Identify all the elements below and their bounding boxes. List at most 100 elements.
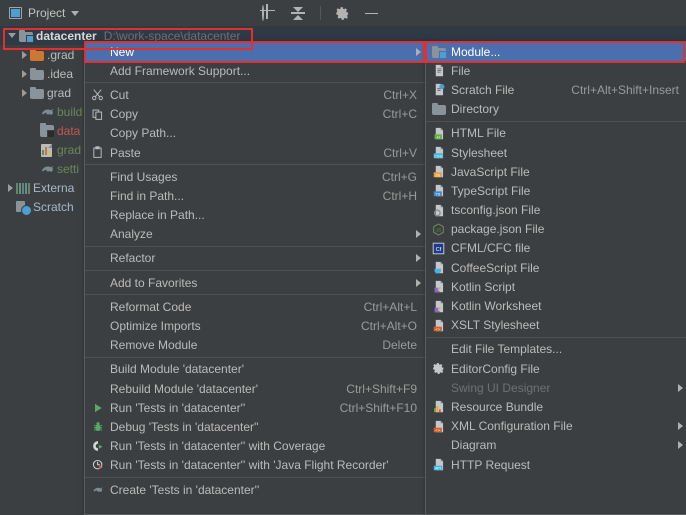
paste-icon	[85, 146, 110, 159]
submenu-item-http-request[interactable]: API HTTP Request	[426, 455, 686, 474]
submenu-item-resource-bundle[interactable]: Resource Bundle	[426, 397, 686, 416]
menu-item-label: Analyze	[110, 227, 411, 241]
menu-separator	[85, 477, 425, 478]
expand-arrow-icon[interactable]	[8, 33, 16, 38]
menu-item-copy-path[interactable]: Copy Path...	[85, 124, 425, 143]
submenu-item-editorconfig-file[interactable]: EditorConfig File	[426, 359, 686, 378]
menu-item-build-module[interactable]: Build Module 'datacenter'	[85, 360, 425, 379]
svg-text:API: API	[434, 466, 440, 470]
menu-item-run-tests-flight-recorder[interactable]: Run 'Tests in 'datacenter'' with 'Java F…	[85, 456, 425, 475]
submenu-item-xml-configuration-file[interactable]: <> XML Configuration File	[426, 417, 686, 436]
chevron-down-icon[interactable]	[71, 11, 79, 16]
menu-item-label: Remove Module	[110, 338, 382, 352]
submenu-item-label: XML Configuration File	[451, 419, 673, 433]
submenu-item-package-json-file[interactable]: JS package.json File	[426, 220, 686, 239]
module-folder-icon	[19, 30, 33, 42]
project-toolwindow-title[interactable]: Project	[0, 6, 79, 20]
submenu-item-kotlin-script[interactable]: Kotlin Script	[426, 277, 686, 296]
menu-item-label: Paste	[110, 146, 383, 160]
expand-arrow-icon[interactable]	[22, 89, 27, 97]
submenu-item-diagram[interactable]: Diagram	[426, 436, 686, 455]
submenu-item-file[interactable]: File	[426, 61, 686, 80]
submenu-item-javascript-file[interactable]: JS JavaScript File	[426, 162, 686, 181]
menu-item-label: Add Framework Support...	[110, 64, 425, 78]
kotlin-file-icon	[426, 300, 451, 313]
submenu-item-xslt-stylesheet[interactable]: <> XSLT Stylesheet	[426, 316, 686, 335]
submenu-item-label: tsconfig.json File	[451, 203, 686, 217]
menu-item-reformat-code[interactable]: Reformat Code Ctrl+Alt+L	[85, 297, 425, 316]
menu-item-optimize-imports[interactable]: Optimize Imports Ctrl+Alt+O	[85, 316, 425, 335]
submenu-item-coffeescript-file[interactable]: CoffeeScript File	[426, 258, 686, 277]
tree-item-label: grad	[57, 143, 81, 157]
submenu-item-label: Swing UI Designer	[451, 381, 673, 395]
submenu-item-label: Directory	[451, 102, 686, 116]
menu-item-replace-in-path[interactable]: Replace in Path...	[85, 206, 425, 225]
menu-item-add-to-favorites[interactable]: Add to Favorites	[85, 273, 425, 292]
create-config-icon	[85, 484, 110, 496]
resource-bundle-icon	[426, 400, 451, 413]
menu-item-create-tests-config[interactable]: Create 'Tests in 'datacenter''	[85, 480, 425, 499]
menu-item-paste[interactable]: Paste Ctrl+V	[85, 143, 425, 162]
submenu-item-kotlin-worksheet[interactable]: Kotlin Worksheet	[426, 296, 686, 315]
run-icon	[85, 402, 110, 414]
svg-text:JS: JS	[436, 227, 442, 233]
menu-item-analyze[interactable]: Analyze	[85, 225, 425, 244]
context-menu[interactable]: New Add Framework Support... Cut Ctrl+X …	[84, 41, 426, 515]
menu-item-add-framework-support[interactable]: Add Framework Support...	[85, 61, 425, 80]
gear-icon[interactable]	[335, 6, 350, 21]
submenu-item-scratch-file[interactable]: Scratch File Ctrl+Alt+Shift+Insert	[426, 80, 686, 99]
submenu-item-module[interactable]: Module...	[426, 42, 686, 61]
menu-item-new[interactable]: New	[85, 42, 425, 61]
menu-item-label: Copy	[110, 107, 383, 121]
ts-file-icon: TS	[426, 184, 451, 197]
menu-item-find-in-path[interactable]: Find in Path... Ctrl+H	[85, 186, 425, 205]
submenu-item-label: Edit File Templates...	[451, 342, 686, 356]
folder-icon	[30, 68, 44, 80]
collapse-all-icon[interactable]	[291, 6, 306, 21]
menu-separator	[85, 82, 425, 83]
menu-item-cut[interactable]: Cut Ctrl+X	[85, 85, 425, 104]
directory-icon	[426, 103, 451, 115]
locate-icon[interactable]	[262, 6, 277, 21]
js-file-icon: JS	[426, 165, 451, 178]
new-submenu[interactable]: Module... File Scratch File Ctrl+Alt+Shi…	[425, 41, 686, 515]
minimize-icon[interactable]	[364, 6, 379, 21]
menu-item-remove-module[interactable]: Remove Module Delete	[85, 336, 425, 355]
submenu-item-directory[interactable]: Directory	[426, 100, 686, 119]
submenu-item-label: EditorConfig File	[451, 362, 686, 376]
menu-item-label: Build Module 'datacenter'	[110, 362, 425, 376]
submenu-item-label: HTML File	[451, 126, 686, 140]
svg-text:Cf: Cf	[436, 247, 442, 253]
menu-item-run-tests[interactable]: Run 'Tests in 'datacenter'' Ctrl+Shift+F…	[85, 398, 425, 417]
menu-item-rebuild-module[interactable]: Rebuild Module 'datacenter' Ctrl+Shift+F…	[85, 379, 425, 398]
submenu-item-html-file[interactable]: H HTML File	[426, 124, 686, 143]
gradle-file-icon	[40, 106, 54, 118]
submenu-item-tsconfig-json-file[interactable]: tsconfig.json File	[426, 201, 686, 220]
submenu-item-cfml-cfc-file[interactable]: Cf CFML/CFC file	[426, 239, 686, 258]
submenu-item-label: Scratch File	[451, 83, 571, 97]
menu-separator	[85, 294, 425, 295]
submenu-item-typescript-file[interactable]: TS TypeScript File	[426, 181, 686, 200]
properties-file-icon	[40, 144, 54, 156]
submenu-separator	[426, 337, 686, 338]
menu-item-copy[interactable]: Copy Ctrl+C	[85, 105, 425, 124]
folder-icon	[30, 87, 44, 99]
menu-item-debug-tests[interactable]: Debug 'Tests in 'datacenter''	[85, 417, 425, 436]
tree-item-label: .grad	[47, 48, 74, 62]
submenu-item-edit-file-templates[interactable]: Edit File Templates...	[426, 340, 686, 359]
menu-item-refactor[interactable]: Refactor	[85, 249, 425, 268]
kotlin-file-icon	[426, 280, 451, 293]
svg-text:<>: <>	[435, 326, 440, 331]
submenu-arrow-icon	[673, 441, 686, 449]
menu-item-label: Optimize Imports	[110, 319, 361, 333]
expand-arrow-icon[interactable]	[22, 70, 27, 78]
submenu-arrow-icon	[673, 384, 686, 392]
submenu-item-stylesheet[interactable]: CSS Stylesheet	[426, 143, 686, 162]
menu-item-find-usages[interactable]: Find Usages Ctrl+G	[85, 167, 425, 186]
tree-item-label: grad	[47, 86, 71, 100]
expand-arrow-icon[interactable]	[22, 51, 27, 59]
menu-item-run-tests-coverage[interactable]: Run 'Tests in 'datacenter'' with Coverag…	[85, 437, 425, 456]
scratch-file-icon	[426, 83, 451, 96]
expand-arrow-icon[interactable]	[8, 184, 13, 192]
menu-item-shortcut: Ctrl+X	[383, 88, 425, 102]
